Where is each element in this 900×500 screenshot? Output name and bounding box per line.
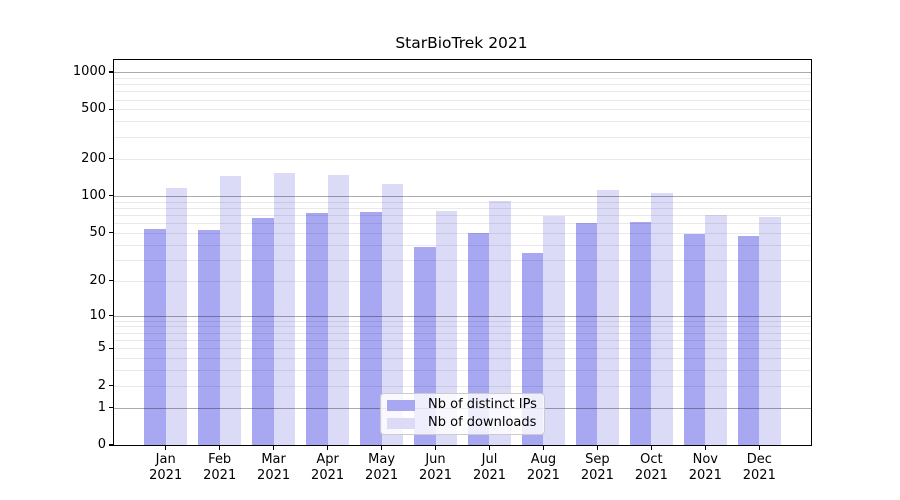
x-tick-aug [542, 445, 544, 450]
gridline-400 [114, 121, 811, 123]
bar-downloads-feb [219, 175, 242, 445]
bar-downloads-nov [705, 214, 727, 445]
bar-ips-feb [198, 229, 220, 445]
gridline-60 [114, 223, 811, 225]
legend-item-downloads: Nb of downloads [387, 414, 544, 432]
x-tick-feb [219, 445, 221, 450]
gridline-8 [114, 326, 811, 328]
bar-downloads-mar [273, 172, 296, 445]
gridline-40 [114, 244, 811, 246]
gridline-500 [114, 109, 811, 111]
legend: Nb of distinct IPs Nb of downloads [380, 393, 545, 435]
x-tick-nov [704, 445, 706, 450]
y-tick-label-100: 100 [81, 187, 106, 203]
gridline-900 [114, 77, 811, 79]
gridline-50 [114, 232, 811, 234]
y-tick-label-1000: 1000 [72, 64, 106, 79]
gridline-6 [114, 340, 811, 341]
x-tick-dec [758, 445, 760, 450]
gridline-80 [114, 207, 811, 209]
y-tick-label-1: 1 [97, 399, 106, 415]
bar-ips-sep [575, 223, 598, 445]
x-tick-jul [488, 445, 491, 450]
gridline-100 [114, 195, 811, 198]
gridline-800 [114, 84, 811, 86]
gridline-70 [114, 214, 811, 216]
x-tick-jun [434, 445, 437, 450]
bar-ips-jan [144, 228, 166, 445]
gridline-200 [114, 158, 811, 160]
x-tick-oct [650, 445, 652, 450]
y-tick-0 [109, 444, 114, 446]
bar-downloads-aug [543, 216, 565, 445]
gridline-3 [114, 370, 811, 372]
y-tick-label-50: 50 [89, 224, 106, 240]
gridline-600 [114, 99, 811, 101]
bar-ips-may [360, 211, 382, 445]
gridline-20 [114, 280, 811, 282]
bar-ips-apr [306, 212, 328, 445]
gridline-1000 [114, 72, 811, 74]
gridline-10 [114, 315, 811, 317]
legend-label-distinct-ips: Nb of distinct IPs [428, 397, 537, 412]
chart-title: StarBioTrek 2021 [395, 34, 528, 52]
y-tick-label-500: 500 [81, 101, 106, 117]
legend-swatch-downloads-icon [387, 417, 415, 429]
y-tick-label-20: 20 [89, 272, 106, 288]
x-tick-may [381, 445, 383, 450]
bar-ips-mar [252, 218, 274, 445]
gridline-700 [114, 91, 811, 93]
legend-label-downloads: Nb of downloads [428, 415, 537, 430]
legend-swatch-distinct-ips-icon [387, 399, 415, 411]
gridline-5 [114, 348, 811, 350]
plot-area: 0 1 2 5 10 20 50 100 200 500 1000 Jan 2021 Feb 2021 M… [73, 59, 812, 483]
gridline-30 [114, 259, 811, 261]
y-tick-label-5: 5 [97, 340, 106, 356]
legend-item-distinct-ips: Nb of distinct IPs [387, 396, 544, 414]
x-tick-sep [596, 445, 598, 450]
x-tick-jan [165, 445, 167, 450]
bar-downloads-dec [759, 217, 781, 445]
gridline-300 [114, 136, 811, 138]
y-tick-label-0: 0 [97, 437, 106, 452]
gridline-7 [114, 332, 811, 334]
y-tick-label-10: 10 [89, 307, 106, 323]
gridline-2 [114, 385, 811, 387]
x-tick-mar [273, 445, 275, 450]
x-tick-apr [327, 445, 329, 450]
figure: StarBioTrek 2021 0 1 2 5 10 20 50 100 200 500 1000… [0, 0, 900, 500]
x-tick-label-dec: Dec 2021 [742, 452, 776, 483]
gridline-4 [114, 358, 811, 360]
y-tick-label-2: 2 [97, 377, 106, 393]
gridline-9 [114, 320, 811, 322]
gridline-90 [114, 201, 811, 203]
y-tick-label-200: 200 [81, 150, 106, 166]
